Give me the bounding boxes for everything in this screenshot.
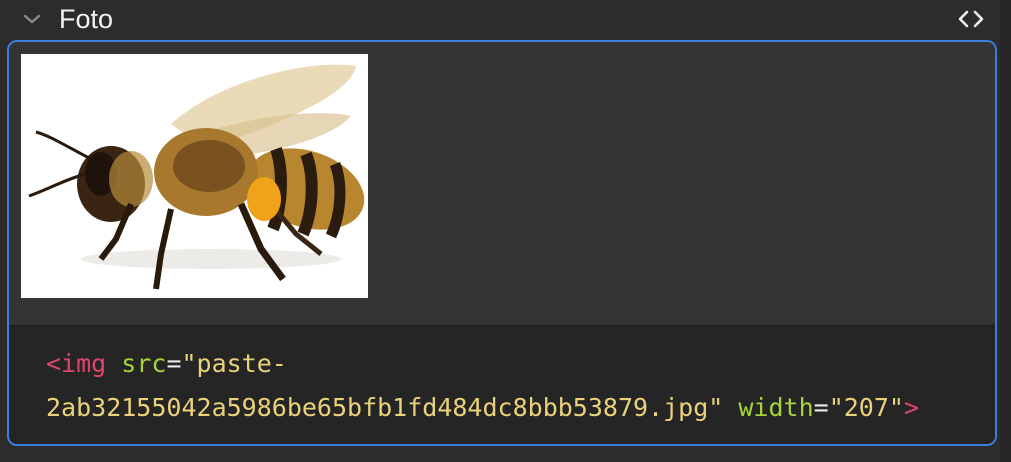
code-width-value: "207" [828, 393, 904, 422]
code-equals: = [166, 349, 182, 378]
code-attr-width: width [738, 393, 814, 422]
code-equals: = [813, 393, 829, 422]
field-title: Foto [59, 4, 114, 34]
code-src-value-start: "paste- [181, 349, 287, 378]
code-src-value-end: 2ab32155042a5986be65bfb1fd484dc8bbb53879… [46, 393, 724, 422]
scrollbar[interactable] [1000, 0, 1011, 462]
image-field-editor[interactable]: <img src="paste- 2ab32155042a5986be65bfb… [7, 40, 997, 446]
code-tag-close: > [903, 393, 920, 422]
code-line-2: 2ab32155042a5986be65bfb1fd484dc8bbb53879… [46, 386, 995, 430]
chevron-down-icon[interactable] [22, 9, 42, 29]
code-tag-open: <img [46, 349, 107, 378]
field-header: Foto [0, 0, 1011, 38]
code-attr-src: src [121, 349, 167, 378]
code-line-1: <img src="paste- [46, 342, 995, 386]
bee-image[interactable] [21, 54, 368, 298]
image-preview [9, 42, 995, 324]
html-code-editor[interactable]: <img src="paste- 2ab32155042a5986be65bfb… [9, 325, 995, 444]
code-brackets-icon[interactable] [956, 6, 986, 32]
